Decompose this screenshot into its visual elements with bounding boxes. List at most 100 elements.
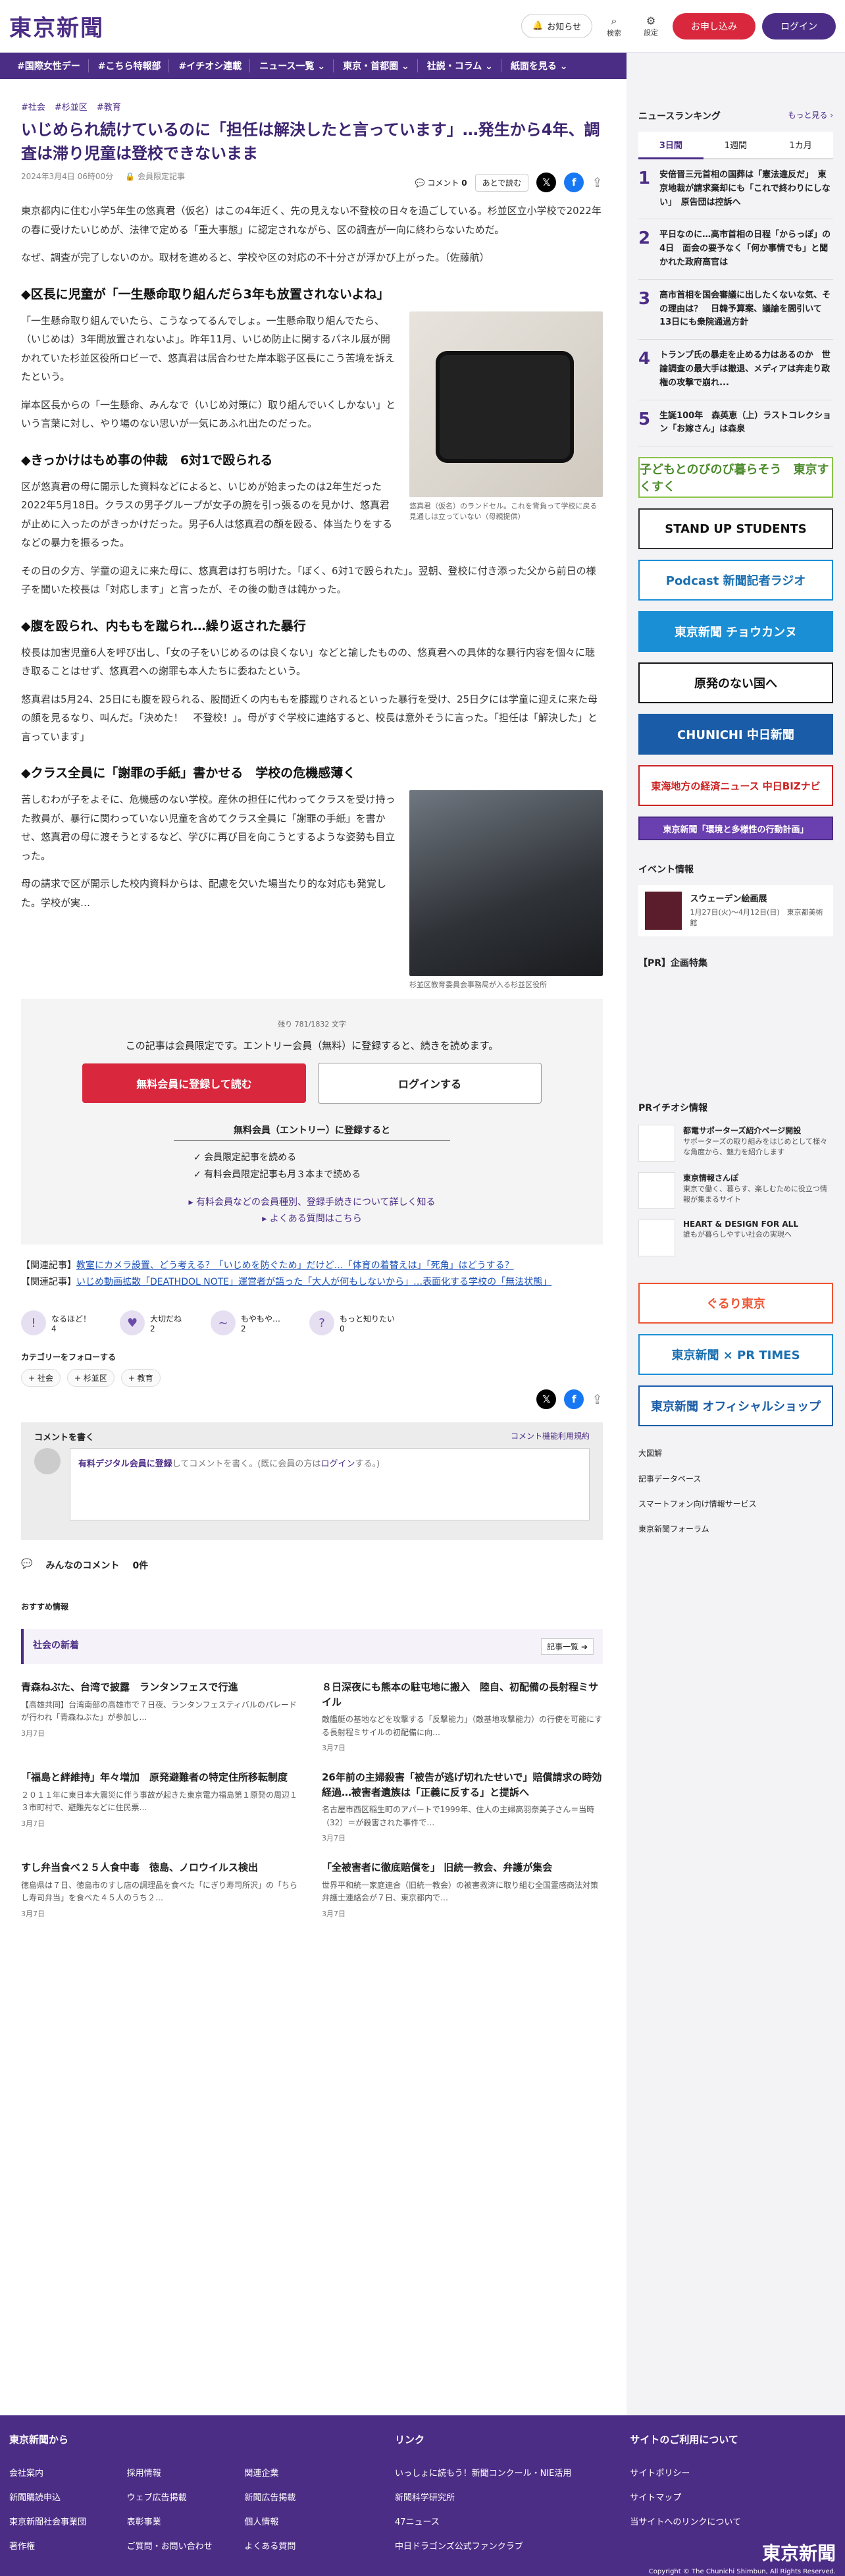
news-item[interactable]: 26年前の主婦殺害「被告が逃げ切れたせいで」賠償請求の時効経過…被害者遺族は「正… — [322, 1770, 603, 1843]
footer-link[interactable]: 会社案内 — [9, 2466, 127, 2479]
ranking-item[interactable]: 3 高市首相を国会審議に出したくないな気、その理由は？ 日韓予算案、議論を間引いて… — [638, 280, 833, 340]
paid-register-link[interactable]: 有料デジタル会員に登録 — [78, 1459, 172, 1469]
pr-item[interactable]: 東京情報さんぽ 東京で働く、暮らす、楽しむために役立つ情報が集まるサイト — [638, 1172, 833, 1210]
ranking-more-link[interactable]: もっと見る › — [788, 109, 833, 122]
free-register-button[interactable]: 無料会員に登録して読む — [82, 1063, 306, 1103]
footer-link[interactable]: 関連企業 — [244, 2466, 362, 2479]
news-date: 3月7日 — [322, 1909, 346, 1918]
sidebar-link[interactable]: 大図解 — [638, 1441, 833, 1466]
read-later-button[interactable]: あとで読む — [474, 173, 529, 192]
footer-link[interactable]: いっしょに読もう！新聞コンクール・NIE活用 — [395, 2466, 630, 2479]
comment-input[interactable]: 有料デジタル会員に登録してコメントを書く。(既に会員の方はログインする。) — [70, 1448, 590, 1521]
membership-info-link[interactable]: ▸ 有料会員などの会員種別、登録手続きについて詳しく知る — [21, 1194, 603, 1211]
faq-link[interactable]: ▸ よくある質問はこちら — [21, 1211, 603, 1227]
footer-link[interactable]: 東京新聞社会事業団 — [9, 2515, 127, 2527]
reaction-moyamoya[interactable]: ∼ もやもや… 2 — [211, 1310, 280, 1336]
pr-item[interactable]: 都電サポーターズ紹介ページ開設 サポーターズの取り組みをはじめとして様々な角度から… — [638, 1125, 833, 1162]
footer-link[interactable]: 著作権 — [9, 2539, 127, 2552]
sidebar-link[interactable]: スマートフォン向け情報サービス — [638, 1491, 833, 1516]
tab-1week[interactable]: 1週間 — [703, 132, 769, 159]
news-item[interactable]: ８日深夜にも熊本の駐屯地に搬入 陸自、初配備の長射程ミサイル 敵艦艇の基地などを攻… — [322, 1680, 603, 1753]
banner-gururi-tokyo[interactable]: ぐるり東京 — [638, 1283, 833, 1324]
building-photo[interactable] — [409, 790, 603, 976]
footer-link[interactable]: サイトポリシー — [630, 2466, 836, 2479]
nav-item[interactable]: #こちら特報部 — [90, 59, 170, 72]
footer-link[interactable]: 採用情報 — [127, 2466, 245, 2479]
ranking-item[interactable]: 2 平日なのに…高市首相の日程「からっぽ」の4日 面会の要予なく「何か事情でも」と… — [638, 219, 833, 280]
search-button[interactable]: ⌕ 検索 — [599, 14, 629, 38]
footer-link[interactable]: 表彰事業 — [127, 2515, 245, 2527]
banner-chunichi[interactable]: CHUNICHI 中日新聞 — [638, 714, 833, 755]
reaction-naruhodo[interactable]: ! なるほど！ 4 — [21, 1310, 91, 1336]
banner-stand-up-students[interactable]: STAND UP STUDENTS — [638, 508, 833, 550]
comment-terms-link[interactable]: コメント機能利用規約 — [511, 1430, 590, 1443]
banner-environment[interactable]: 東京新聞「環境と多様性の行動計画」 — [638, 817, 833, 841]
share-icon[interactable]: ⇪ — [592, 174, 603, 190]
reaction-motto[interactable]: ? もっと知りたい 0 — [309, 1310, 395, 1336]
follow-chip[interactable]: + 社会 — [21, 1369, 61, 1387]
ranking-item[interactable]: 4 トランプ氏の暴走を止める力はあるのか 世論調査の最大手は撤退、メディアは奔走り… — [638, 340, 833, 400]
nav-item[interactable]: 東京・首都圏 ⌄ — [335, 59, 418, 72]
footer-link[interactable]: よくある質問 — [244, 2539, 362, 2552]
banner-biz-navi[interactable]: 東海地方の経済ニュース 中日BIZナビ — [638, 765, 833, 807]
news-item[interactable]: 「福島と絆維持」年々増加 原発避難者の特定住所移転制度 ２０１１年に東日本大震災に… — [21, 1770, 302, 1843]
paywall-login-button[interactable]: ログインする — [318, 1062, 542, 1104]
backpack-photo[interactable] — [409, 311, 603, 497]
footer-link[interactable]: 中日ドラゴンズ公式ファンクラブ — [395, 2539, 630, 2552]
footer-link[interactable]: 個人情報 — [244, 2515, 362, 2527]
sidebar-link[interactable]: 東京新聞フォーラム — [638, 1516, 833, 1542]
sidebar-link[interactable]: 記事データベース — [638, 1466, 833, 1491]
banner-chokanu[interactable]: 東京新聞 チョウカンヌ — [638, 611, 833, 653]
event-item[interactable]: スウェーデン絵画展 1月27日(火)～4月12日(日) 東京都美術館 — [638, 885, 833, 937]
footer-link[interactable]: サイトマップ — [630, 2490, 836, 2503]
nav-item[interactable]: #国際女性デー — [9, 59, 89, 72]
tag-link[interactable]: #社会 — [21, 100, 45, 113]
pr-item[interactable]: HEART & DESIGN FOR ALL 誰もが暮らしやすい社会の実現へ — [638, 1220, 833, 1257]
nav-item[interactable]: 社説・コラム ⌄ — [419, 59, 501, 72]
tab-3days[interactable]: 3日間 — [638, 132, 704, 159]
footer-link[interactable]: 当サイトへのリンクについて — [630, 2515, 836, 2527]
site-logo[interactable]: 東京新聞 — [9, 10, 104, 42]
login-button[interactable]: ログイン — [762, 13, 836, 40]
facebook-share-icon[interactable]: f — [564, 1389, 584, 1410]
nav-item[interactable]: 紙面を見る ⌄ — [503, 59, 576, 72]
footer-link[interactable]: 新聞広告掲載 — [244, 2490, 362, 2503]
banner-official-shop[interactable]: 東京新聞 オフィシャルショップ — [638, 1385, 833, 1427]
settings-button[interactable]: ⚙ 設定 — [636, 14, 666, 38]
news-item[interactable]: 「全被害者に徹底賠償を」 旧統一教会、弁護が集会 世界平和統一家庭連合（旧統一教会… — [322, 1860, 603, 1919]
comment-count[interactable]: 💬 コメント 0 — [415, 177, 467, 188]
footer-link[interactable]: ウェブ広告掲載 — [127, 2490, 245, 2503]
reaction-taisetsu[interactable]: ♥ 大切だね 2 — [120, 1310, 182, 1336]
x-share-icon[interactable]: 𝕏 — [536, 173, 557, 192]
footer-link[interactable]: 47ニュース — [395, 2515, 630, 2527]
notification-button[interactable]: 🔔 お知らせ — [521, 14, 592, 38]
follow-chip[interactable]: + 教育 — [120, 1369, 161, 1387]
tab-1month[interactable]: 1カ月 — [768, 132, 834, 159]
tag-link[interactable]: #杉並区 — [55, 100, 88, 113]
ranking-item[interactable]: 1 安倍晋三元首相の国葬は「憲法違反だ」 東京地裁が請求棄却にも「これで終わりにし… — [638, 159, 833, 220]
related-link[interactable]: いじめ動画拡散「DEATHDOL NOTE」運営者が語った「大人が何もしないから… — [76, 1277, 551, 1287]
follow-chip[interactable]: + 杉並区 — [66, 1369, 115, 1387]
banner-prtimes[interactable]: 東京新聞 × PR TIMES — [638, 1334, 833, 1376]
ranking-item[interactable]: 5 生誕100年 森英恵（上）ラストコレクション「お嫁さん」は森泉 — [638, 400, 833, 447]
x-share-icon[interactable]: 𝕏 — [536, 1389, 557, 1410]
nav-item[interactable]: #イチオシ連載 — [170, 59, 251, 72]
subscribe-button[interactable]: お申し込み — [673, 13, 755, 40]
footer-logo[interactable]: 東京新聞 — [630, 2539, 836, 2565]
banner-genpatsu[interactable]: 原発のない国へ — [638, 662, 833, 704]
pr-item-title: 東京情報さんぽ — [683, 1173, 739, 1183]
news-item[interactable]: 青森ねぶた、台湾で披露 ランタンフェスで行進 【高雄共同】台湾南部の高雄市で７日夜… — [21, 1680, 302, 1753]
footer-link[interactable]: 新聞購読申込 — [9, 2490, 127, 2503]
comment-login-link[interactable]: ログイン — [320, 1459, 355, 1469]
nav-item[interactable]: ニュース一覧 ⌄ — [251, 59, 334, 72]
footer-link[interactable]: ご質問・お問い合わせ — [127, 2539, 245, 2552]
footer-link[interactable]: 新聞科学研究所 — [395, 2490, 630, 2503]
banner-sukusuku[interactable]: 子どもとのびのび暮らそう 東京すくすく — [638, 457, 833, 498]
share-icon[interactable]: ⇪ — [592, 1391, 603, 1407]
news-item[interactable]: すし弁当食べ２５人食中毒 徳島、ノロウイルス検出 徳島県は７日、徳島市のすし店の調… — [21, 1860, 302, 1919]
banner-podcast[interactable]: Podcast 新聞記者ラジオ — [638, 560, 833, 601]
facebook-share-icon[interactable]: f — [564, 173, 584, 192]
tag-link[interactable]: #教育 — [97, 100, 121, 113]
related-link[interactable]: 教室にカメラ設置、どう考える？「いじめを防ぐため」だけど…「体育の着替えは」「死… — [76, 1260, 514, 1271]
society-more-link[interactable]: 記事一覧 ➔ — [541, 1638, 594, 1655]
